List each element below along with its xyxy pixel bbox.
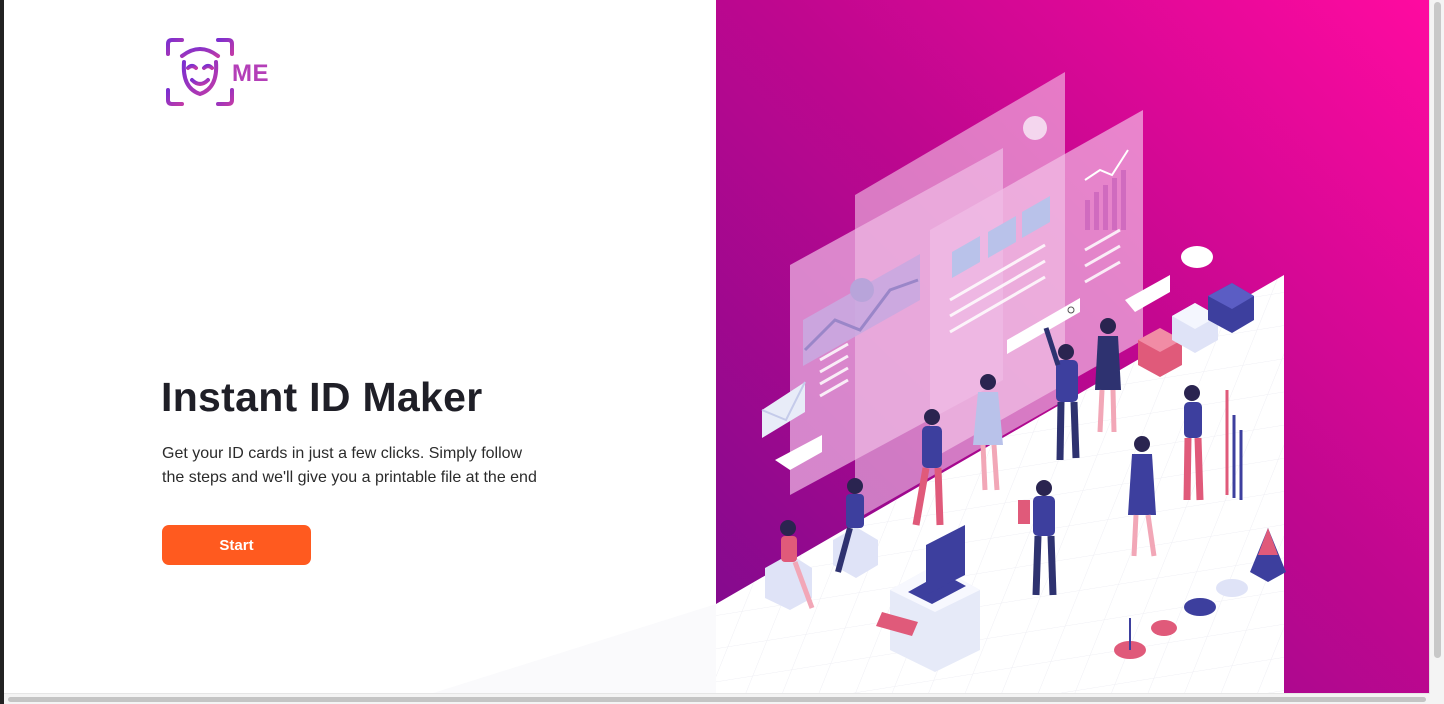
window-left-border bbox=[0, 0, 4, 704]
isometric-team-dashboard-illustration bbox=[430, 0, 1430, 694]
vertical-scrollbar-thumb[interactable] bbox=[1434, 2, 1441, 658]
vertical-scrollbar[interactable] bbox=[1429, 0, 1444, 704]
horizontal-scrollbar[interactable] bbox=[4, 693, 1430, 704]
face-frame-icon bbox=[166, 38, 234, 106]
horizontal-scrollbar-thumb[interactable] bbox=[8, 697, 1426, 702]
app-logo[interactable]: ME bbox=[166, 38, 276, 110]
start-button[interactable]: Start bbox=[162, 525, 311, 565]
logo-text: ME bbox=[232, 60, 269, 87]
